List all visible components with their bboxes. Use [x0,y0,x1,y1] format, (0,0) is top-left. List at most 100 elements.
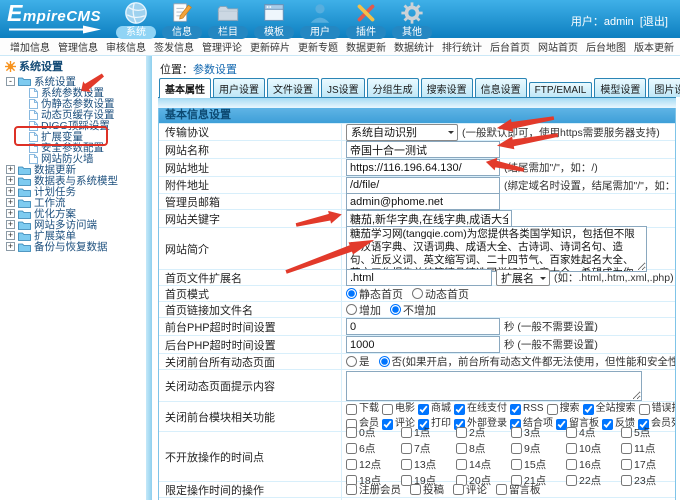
checkbox-input[interactable] [346,484,357,495]
sidebar-folder-item[interactable]: 备份与恢复数据 [6,241,146,252]
back-timeout-input[interactable] [346,336,500,353]
radio-input[interactable] [412,288,423,299]
checkbox-input[interactable] [566,427,577,438]
hour-checkbox[interactable]: 13点 [401,457,451,472]
expand-icon[interactable] [6,198,15,207]
hour-checkbox[interactable]: 17点 [621,457,671,472]
checkbox-input[interactable] [566,459,577,470]
hour-checkbox[interactable]: 2点 [456,425,506,440]
topnav-item-user[interactable]: 用户 [297,0,343,39]
index-ext-input[interactable] [346,269,492,286]
ext-select[interactable]: 扩展名 [496,269,550,286]
hour-checkbox[interactable]: 0点 [346,425,396,440]
expand-icon[interactable] [6,176,15,185]
module-checkbox[interactable]: 错误报告 [639,402,675,416]
checkbox-input[interactable] [401,459,412,470]
tab[interactable]: 信息设置 [475,78,527,97]
subnav-link[interactable]: 后台首页 [490,39,530,54]
expand-icon[interactable] [6,165,15,174]
tab[interactable]: 图片设置 [648,78,680,97]
hour-checkbox[interactable]: 11点 [621,441,671,456]
topnav-item-template[interactable]: 模板 [251,0,297,39]
checkbox-input[interactable] [639,404,650,415]
tab[interactable]: 模型设置 [594,78,646,97]
limit-op-checkbox[interactable]: 评论 [453,482,487,497]
subnav-link[interactable]: 更新专题 [298,39,338,54]
hour-checkbox[interactable]: 3点 [511,425,561,440]
tab[interactable]: 分组生成 [367,78,419,97]
hour-checkbox[interactable]: 4点 [566,425,616,440]
checkbox-input[interactable] [346,404,357,415]
checkbox-input[interactable] [621,427,632,438]
expand-icon[interactable] [6,220,15,229]
module-checkbox[interactable]: 电影 [382,402,415,416]
subnav-link[interactable]: 审核信息 [106,39,146,54]
tab[interactable]: FTP/EMAIL [529,82,593,97]
radio-option[interactable]: 不增加 [390,302,436,318]
limit-op-checkbox[interactable]: 留言板 [496,482,541,497]
checkbox-input[interactable] [410,484,421,495]
subnav-link[interactable]: 排行统计 [442,39,482,54]
topnav-item-column[interactable]: 栏目 [205,0,251,39]
hour-checkbox[interactable]: 14点 [456,457,506,472]
checkbox-input[interactable] [456,459,467,470]
tab[interactable]: 用户设置 [213,78,265,97]
hour-checkbox[interactable]: 10点 [566,441,616,456]
topnav-item-info[interactable]: 信息 [159,0,205,39]
checkbox-input[interactable] [511,459,522,470]
radio-input[interactable] [346,304,357,315]
subnav-link[interactable]: 网站首页 [538,39,578,54]
sidebar-folder-item[interactable]: 网站多访问端 [6,219,146,230]
close-tip-textarea[interactable] [346,371,642,401]
checkbox-input[interactable] [346,443,357,454]
checkbox-input[interactable] [454,404,465,415]
radio-option[interactable]: 静态首页 [346,286,403,302]
module-checkbox[interactable]: 在线支付 [454,402,507,416]
radio-option[interactable]: 否(如果开启，前台所有动态文件都无法使用，但性能和安全性最高) [379,354,676,369]
checkbox-input[interactable] [401,443,412,454]
tab[interactable]: 基本属性 [159,78,211,98]
checkbox-input[interactable] [346,459,357,470]
radio-input[interactable] [390,304,401,315]
checkbox-input[interactable] [510,404,521,415]
topnav-item-plugin[interactable]: 插件 [343,0,389,39]
subnav-link[interactable]: 数据统计 [394,39,434,54]
checkbox-input[interactable] [456,427,467,438]
breadcrumb-link[interactable]: 参数设置 [193,64,237,76]
site-url-input[interactable] [346,159,500,176]
admin-email-input[interactable] [346,193,500,210]
radio-input[interactable] [346,356,357,367]
topnav-item-system[interactable]: 系统 [113,0,159,39]
sidebar-folder-item[interactable]: 工作流 [6,197,146,208]
expand-icon[interactable] [6,231,15,240]
checkbox-input[interactable] [382,404,393,415]
module-checkbox[interactable]: 全站搜索 [583,402,636,416]
hour-checkbox[interactable]: 1点 [401,425,451,440]
radio-input[interactable] [346,288,357,299]
module-checkbox[interactable]: RSS [510,402,544,416]
subnav-link[interactable]: 管理信息 [58,39,98,54]
checkbox-input[interactable] [583,404,594,415]
checkbox-input[interactable] [547,404,558,415]
logout-link[interactable]: [退出] [640,16,668,28]
subnav-link[interactable]: 版本更新 [634,39,674,54]
expand-icon[interactable] [6,242,15,251]
tab[interactable]: JS设置 [321,78,365,97]
expand-icon[interactable] [6,209,15,218]
radio-input[interactable] [379,356,390,367]
hour-checkbox[interactable]: 12点 [346,457,396,472]
subnav-link[interactable]: 后台地图 [586,39,626,54]
hour-checkbox[interactable]: 8点 [456,441,506,456]
module-checkbox[interactable]: 搜索 [547,402,580,416]
protocol-select[interactable]: 系统自动识别 [346,124,458,141]
hour-checkbox[interactable]: 16点 [566,457,616,472]
module-checkbox[interactable]: 商城 [418,402,451,416]
hour-checkbox[interactable]: 15点 [511,457,561,472]
limit-op-checkbox[interactable]: 注册会员 [346,482,401,497]
hour-checkbox[interactable]: 6点 [346,441,396,456]
hour-checkbox[interactable]: 9点 [511,441,561,456]
attach-url-input[interactable] [346,177,500,194]
sidebar-folder-item[interactable]: 数据表与系统模型 [6,175,146,186]
tab[interactable]: 搜索设置 [421,78,473,97]
limit-op-checkbox[interactable]: 投稿 [410,482,444,497]
